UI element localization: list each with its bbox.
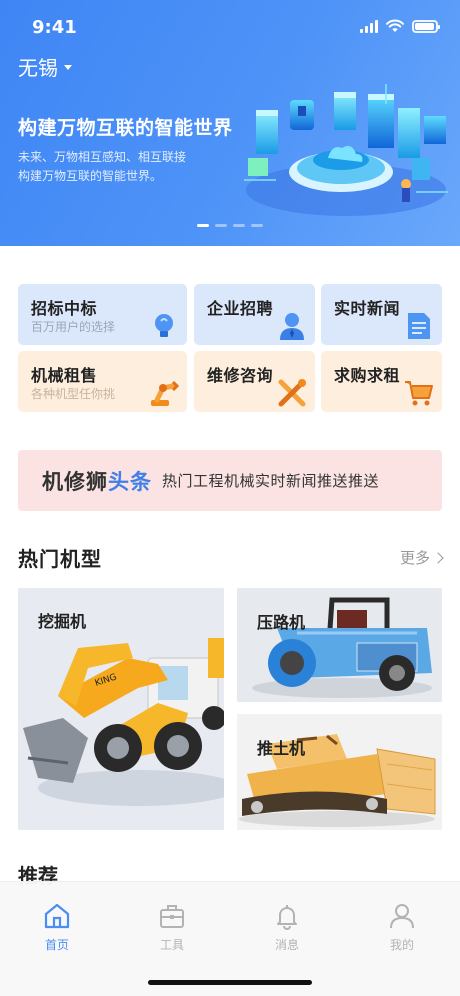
service-title: 维修咨询 [207, 366, 274, 385]
user-icon [390, 904, 414, 929]
hero-banner[interactable]: 9:41 无锡 构建万物互联的智能世界 未来、万物相互感知、相互联接 构建万物互… [0, 0, 460, 246]
more-label: 更多 [399, 549, 430, 567]
chevron-right-icon [432, 551, 444, 564]
service-subtitle: 各种机型任你挑 [31, 387, 116, 401]
model-label: 挖掘机 [38, 612, 87, 631]
more-link[interactable]: 更多 [399, 547, 444, 568]
tab-label: 首页 [44, 938, 69, 952]
service-title: 求购求租 [334, 366, 401, 385]
bell-icon [277, 905, 297, 930]
service-card-purchase[interactable]: 求购求租 [321, 351, 442, 412]
city-label: 无锡 [18, 56, 58, 80]
banner-subtitle-line1: 未来、万物相互感知、相互联接 [18, 150, 187, 164]
tab-home[interactable]: 首页 [27, 902, 87, 953]
model-card-excavator[interactable]: KING 挖掘机 [18, 588, 224, 830]
document-icon [408, 313, 430, 339]
carousel-dot[interactable] [197, 224, 209, 227]
carousel-dot[interactable] [215, 224, 227, 227]
wifi-icon [386, 19, 404, 32]
tools-icon [278, 379, 306, 407]
service-title: 机械租售 [31, 366, 98, 385]
service-card-machine-rental[interactable]: 机械租售 各种机型任你挑 [18, 351, 187, 412]
headline-brand-highlight: 头条 [108, 469, 152, 494]
home-icon [44, 903, 70, 929]
model-card-road-roller[interactable]: 压路机 [237, 588, 442, 702]
carousel-indicator[interactable] [197, 224, 263, 227]
battery-icon [412, 19, 440, 33]
service-title: 招标中标 [31, 299, 98, 318]
carousel-dot[interactable] [251, 224, 263, 227]
status-icons [360, 19, 440, 33]
service-title: 实时新闻 [334, 299, 401, 318]
tab-messages[interactable]: 消息 [257, 902, 317, 953]
headline-brand: 机修狮 [42, 469, 108, 494]
cellular-signal-icon [360, 19, 378, 33]
service-card-recruitment[interactable]: 企业招聘 [194, 284, 315, 345]
banner-subtitle: 未来、万物相互感知、相互联接 构建万物互联的智能世界。 [18, 148, 228, 186]
service-title: 企业招聘 [207, 299, 274, 318]
home-indicator [148, 980, 312, 985]
tab-bar: 首页 工具 消息 我的 [0, 881, 460, 996]
service-card-news[interactable]: 实时新闻 [321, 284, 442, 345]
status-bar: 9:41 [0, 0, 460, 52]
iot-city-illustration [244, 84, 448, 216]
tab-mine[interactable]: 我的 [372, 902, 432, 953]
person-icon [280, 313, 304, 340]
tab-label: 工具 [159, 938, 184, 952]
service-subtitle: 百万用户的选择 [31, 320, 116, 334]
service-card-bidding[interactable]: 招标中标 百万用户的选择 [18, 284, 187, 345]
headline-text: 热门工程机械实时新闻推送推送 [162, 472, 380, 490]
status-time: 9:41 [32, 17, 77, 38]
section-title-hot-models: 热门机型 [18, 547, 102, 571]
toolbox-icon [160, 905, 184, 928]
model-label: 压路机 [257, 613, 306, 632]
banner-title: 构建万物互联的智能世界 [18, 117, 233, 139]
tab-label: 消息 [274, 938, 299, 952]
tab-tools[interactable]: 工具 [142, 902, 202, 953]
headline-news-banner[interactable]: 机修狮 头条 热门工程机械实时新闻推送推送 [18, 450, 442, 511]
service-card-repair[interactable]: 维修咨询 [194, 351, 315, 412]
road-roller-image [237, 588, 442, 702]
tab-label: 我的 [389, 938, 414, 952]
caret-down-icon [64, 65, 72, 70]
banner-subtitle-line2: 构建万物互联的智能世界。 [18, 169, 163, 183]
city-selector[interactable]: 无锡 [18, 52, 72, 81]
carousel-dot[interactable] [233, 224, 245, 227]
robot-arm-icon [151, 380, 179, 406]
cart-icon [405, 381, 433, 406]
model-label: 推土机 [257, 739, 306, 758]
bulldozer-image [237, 714, 442, 830]
model-card-bulldozer[interactable]: 推土机 [237, 714, 442, 830]
lightbulb-icon [155, 314, 173, 337]
